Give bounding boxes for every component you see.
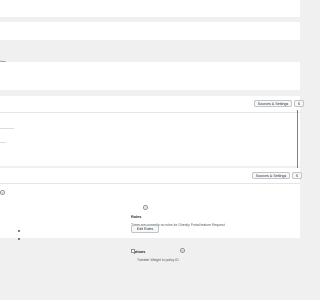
- section-2-extra-button[interactable]: S: [292, 172, 302, 179]
- edit-roles-button[interactable]: Edit Roles: [131, 225, 159, 233]
- section-1-extra-button[interactable]: S: [294, 100, 304, 107]
- roles-help-icon[interactable]: ?: [143, 205, 148, 210]
- top-strip-1: [0, 0, 300, 17]
- placeholder-line: [0, 128, 14, 129]
- top-strip-3: [0, 62, 300, 90]
- options-help-icon[interactable]: ?: [180, 248, 185, 253]
- options-checkbox-label-row: Transfer Weight to policy ID: [137, 248, 179, 266]
- bullet-icon: [18, 238, 20, 240]
- sources-settings-button[interactable]: Sources & Settings: [254, 100, 292, 107]
- bullet-icon: [18, 230, 20, 232]
- transfer-weight-checkbox[interactable]: [131, 249, 135, 253]
- help-icon[interactable]: ?: [0, 190, 5, 195]
- placeholder-line-2: [0, 142, 6, 143]
- top-label: ibes: [0, 50, 6, 64]
- section-1-divider: [0, 112, 300, 113]
- top-strip-2: [0, 22, 300, 40]
- transfer-weight-label: Transfer Weight to policy ID: [137, 258, 179, 262]
- section-2-divider: [0, 183, 300, 184]
- sources-settings-button-2[interactable]: Sources & Settings: [252, 172, 290, 179]
